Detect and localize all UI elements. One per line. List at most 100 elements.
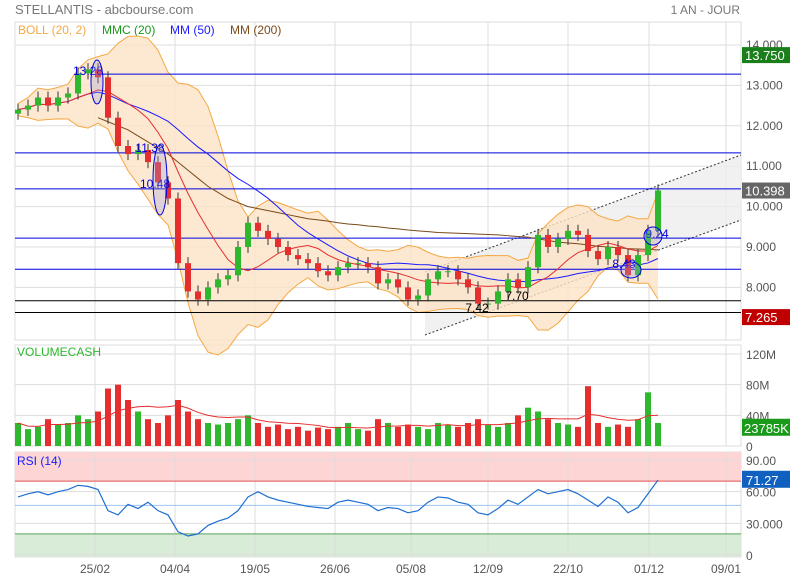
- volume-bar: [235, 419, 241, 446]
- volume-bar: [135, 411, 141, 446]
- stock-chart: STELLANTIS - abcbourse.com 1 AN - JOUR 2…: [14, 2, 790, 576]
- candle: [425, 279, 431, 296]
- volume-bar: [345, 423, 351, 446]
- candle: [365, 263, 371, 268]
- candle: [375, 267, 381, 284]
- candle: [245, 222, 251, 247]
- volume-bar: [545, 419, 551, 446]
- volume-bar: [365, 430, 371, 446]
- volume-bar: [215, 424, 221, 446]
- price-level-label: 7.70: [505, 289, 529, 303]
- candle: [285, 247, 291, 256]
- volume-bar: [195, 419, 201, 446]
- x-tick-label: 01/12: [634, 562, 664, 576]
- volume-bar: [295, 426, 301, 446]
- volume-bar: [95, 411, 101, 446]
- volume-bar: [75, 415, 81, 446]
- candle: [305, 259, 311, 264]
- volume-bar: [165, 415, 171, 446]
- volume-bar: [585, 386, 591, 446]
- candle: [605, 247, 611, 260]
- period-label: 1 AN - JOUR: [671, 3, 741, 17]
- price-badge-label: 10.398: [745, 184, 785, 199]
- volume-tick-label: 0: [746, 440, 753, 454]
- volume-bar: [115, 384, 121, 446]
- volume-bar: [45, 419, 51, 446]
- candle: [125, 146, 131, 155]
- x-tick-label: 04/04: [160, 562, 190, 576]
- price-badge-label: 7.265: [745, 310, 778, 325]
- y-tick-label: 11.000: [746, 159, 782, 173]
- candle: [465, 279, 471, 288]
- candle: [315, 263, 321, 272]
- candle: [275, 238, 281, 247]
- candle: [555, 238, 561, 247]
- volume-bar: [245, 415, 251, 446]
- candle: [335, 267, 341, 276]
- volume-bar: [205, 423, 211, 446]
- volume-bar: [265, 426, 271, 446]
- candle: [455, 271, 461, 280]
- volume-bar: [615, 424, 621, 446]
- candle: [325, 271, 331, 276]
- candle: [345, 263, 351, 268]
- candle: [385, 279, 391, 284]
- volume-bar: [515, 415, 521, 446]
- legend-item: MM (50): [170, 23, 215, 37]
- candle: [225, 275, 231, 280]
- y-tick-label: 13.000: [746, 78, 783, 92]
- candle: [65, 93, 71, 98]
- volume-bar: [55, 424, 61, 446]
- volume-bar: [15, 423, 21, 446]
- rsi-tick-label: 0: [746, 549, 753, 563]
- y-tick-label: 12.000: [746, 119, 783, 133]
- x-tick-label: 05/08: [396, 562, 426, 576]
- volume-bar: [495, 426, 501, 446]
- y-tick-label: 10.000: [746, 200, 783, 214]
- volume-bar: [505, 423, 511, 446]
- candle: [255, 222, 261, 231]
- volume-bar: [635, 419, 641, 446]
- volume-bar: [335, 426, 341, 446]
- candle: [265, 230, 271, 239]
- candle: [435, 271, 441, 280]
- volume-bar: [435, 423, 441, 446]
- volume-bar: [325, 429, 331, 446]
- x-tick-label: 09/01: [711, 562, 741, 576]
- x-tick-label: 26/06: [320, 562, 350, 576]
- price-badge-label: 13.750: [745, 48, 785, 63]
- candle: [595, 251, 601, 260]
- marker-ellipse: [90, 59, 104, 105]
- price-level-label: 7.42: [465, 301, 489, 315]
- volume-badge-label: 23785K: [744, 421, 789, 436]
- volume-bar: [275, 424, 281, 446]
- candle: [15, 109, 21, 114]
- rsi-overbought-zone: [15, 452, 741, 482]
- candle: [195, 291, 201, 300]
- volume-bar: [595, 423, 601, 446]
- volume-bar: [25, 429, 31, 446]
- candle: [205, 287, 211, 300]
- volume-bar: [525, 407, 531, 446]
- candle: [545, 234, 551, 247]
- y-tick-label: 9.000: [746, 240, 776, 254]
- candle: [615, 247, 621, 256]
- candle: [405, 287, 411, 300]
- volume-bar: [155, 423, 161, 446]
- candle: [105, 77, 111, 118]
- volume-bar: [655, 423, 661, 446]
- volume-bar: [255, 423, 261, 446]
- volume-bar: [535, 411, 541, 446]
- candle: [25, 105, 31, 110]
- volume-bar: [125, 400, 131, 446]
- y-tick-label: 8.000: [746, 280, 776, 294]
- volume-bar: [85, 419, 91, 446]
- candle: [495, 291, 501, 304]
- volume-bar: [35, 426, 41, 446]
- volume-bar: [405, 424, 411, 446]
- rsi-tick-label: 90.00: [746, 454, 776, 468]
- x-tick-label: 22/10: [553, 562, 583, 576]
- volume-bar: [605, 426, 611, 446]
- volume-tick-label: 120M: [746, 348, 776, 362]
- volume-bar: [315, 427, 321, 446]
